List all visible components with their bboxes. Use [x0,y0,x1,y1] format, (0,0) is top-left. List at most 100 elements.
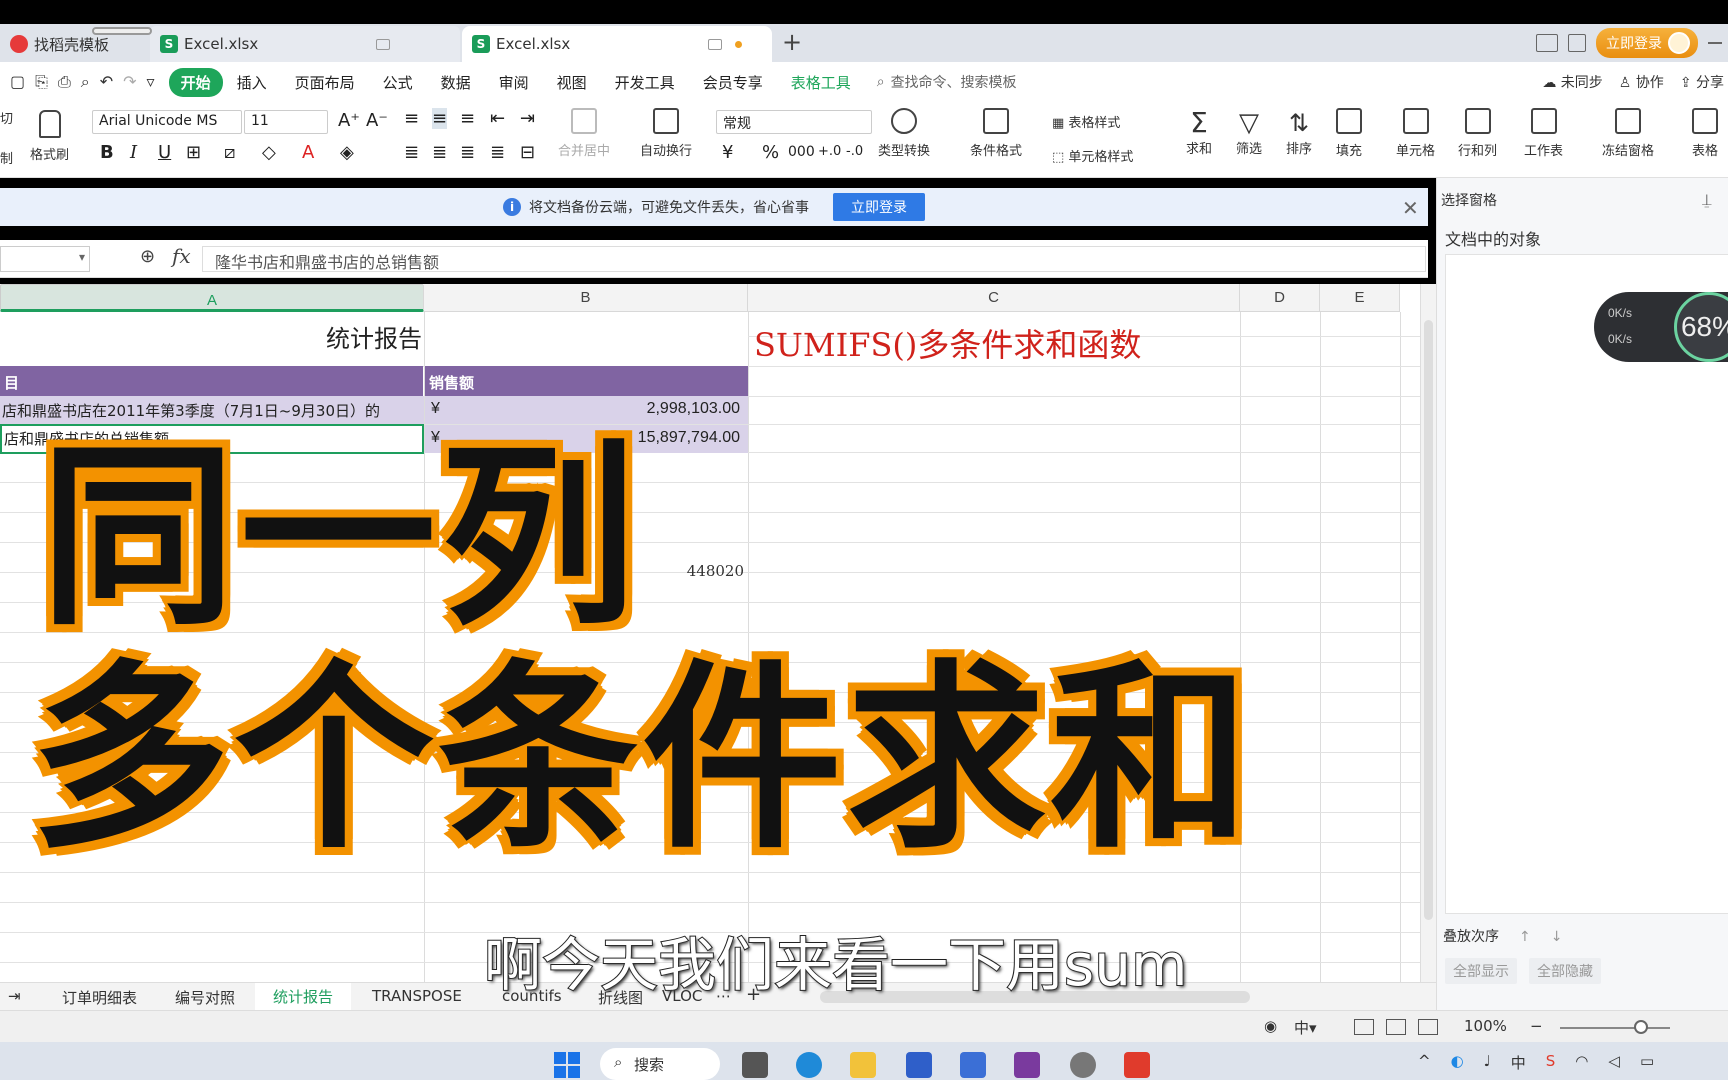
borders-icon[interactable]: ⊞ [186,142,201,163]
collab-button[interactable]: ♙ 协作 [1619,72,1664,92]
notice-login-button[interactable]: 立即登录 [833,193,925,221]
underline-button[interactable]: U [158,142,171,163]
sheet-tab-codes[interactable]: 编号对照 [175,987,235,1008]
close-icon[interactable]: ✕ [1402,196,1419,220]
arrow-up-icon[interactable]: ↑ [1519,929,1531,945]
sheet-tab-report[interactable]: 统计报告 [255,983,352,1011]
redo-icon[interactable]: ↷ [123,72,136,92]
share-button[interactable]: ⇪ 分享 [1680,72,1724,92]
microphone-icon[interactable]: ♩ [1484,1052,1491,1073]
number-format-select[interactable]: 常规 [716,110,872,134]
decrease-font-icon[interactable]: A⁻ [366,110,388,131]
tab-excel-active[interactable]: S Excel.xlsx [462,26,772,62]
sort-button[interactable]: ⇅ 排序 [1286,108,1312,157]
page-layout-view-icon[interactable] [1386,1019,1406,1035]
last-sheet-icon[interactable]: ⇥ [8,987,21,1005]
column-header-b[interactable]: B [424,284,748,312]
login-button[interactable]: 立即登录 [1596,28,1698,58]
sum-button[interactable]: Σ 求和 [1186,108,1212,158]
name-box[interactable] [0,246,90,272]
menu-vip[interactable]: 会员专享 [689,72,777,93]
taskbar-search[interactable]: ⌕ 搜索 [600,1048,720,1080]
tray-app-icon[interactable]: ◐ [1451,1052,1464,1073]
tab-excel-1[interactable]: S Excel.xlsx [150,26,460,62]
zoom-slider[interactable] [1560,1027,1670,1029]
column-header-a[interactable]: A [0,284,424,312]
cell-style-button[interactable]: ⬚ 单元格样式 [1052,146,1133,165]
file-explorer-icon[interactable] [850,1052,876,1078]
align-bottom-icon[interactable]: ≡ [460,108,475,129]
zoom-level[interactable]: 100% [1464,1017,1507,1035]
currency-button[interactable]: ¥ [722,142,733,163]
normal-view-icon[interactable] [1354,1019,1374,1035]
formula-input[interactable]: 隆华书店和鼎盛书店的总销售额 [202,246,1426,272]
column-header-c[interactable]: C [748,284,1240,312]
sheet-tab-transpose[interactable]: TRANSPOSE [372,987,462,1005]
increase-decimal-icon[interactable]: +.0 [818,144,841,159]
align-left-icon[interactable]: ≣ [404,142,419,163]
wps-icon[interactable] [1124,1052,1150,1078]
font-name-select[interactable]: Arial Unicode MS [92,110,242,134]
app-icon[interactable] [906,1052,932,1078]
distributed-icon[interactable]: ⊟ [520,142,535,163]
windows-start-icon[interactable] [554,1052,580,1078]
decrease-decimal-icon[interactable]: -.0 [846,144,863,159]
conditional-format-button[interactable]: 条件格式 [970,108,1022,159]
font-color-icon[interactable]: A [302,142,314,163]
task-view-icon[interactable] [742,1052,768,1078]
outdent-icon[interactable]: ⇤ [490,108,505,129]
loose-number[interactable]: 448020 [680,562,744,580]
copy-button[interactable]: 制 [0,148,13,167]
tray-wps-icon[interactable]: S [1546,1052,1556,1073]
show-all-button[interactable]: 全部显示 [1445,958,1517,984]
sync-button[interactable]: ☁ 未同步 [1542,72,1602,92]
increase-font-icon[interactable]: A⁺ [338,110,360,131]
menu-view[interactable]: 视图 [543,72,601,93]
wifi-icon[interactable]: ◠ [1575,1052,1588,1073]
menu-developer[interactable]: 开发工具 [601,72,689,93]
undo-icon[interactable]: ↶ [100,72,113,92]
align-middle-icon[interactable]: ≡ [432,108,448,129]
window-icon[interactable] [376,38,390,50]
zoom-slider-handle[interactable] [1634,1020,1648,1034]
row1-sales[interactable]: ¥ 2,998,103.00 [425,396,748,424]
input-method-icon[interactable]: 中▾ [1294,1017,1317,1038]
edge-browser-icon[interactable] [796,1052,822,1078]
table-button[interactable]: 表格 [1692,108,1718,159]
menu-insert[interactable]: 插入 [223,72,281,93]
column-header-e[interactable]: E [1320,284,1400,312]
indent-icon[interactable]: ⇥ [520,108,535,129]
clear-format-icon[interactable]: ◈ [340,142,354,163]
merge-center-button[interactable]: 合并居中 [558,108,610,159]
wrap-text-button[interactable]: 自动换行 [640,108,692,159]
percent-button[interactable]: % [762,142,779,163]
vertical-scrollbar[interactable] [1420,284,1436,982]
cells-button[interactable]: 单元格 [1396,108,1435,159]
save-icon[interactable]: ▢ [10,72,25,92]
pin-icon[interactable]: ⍊ [1702,190,1712,210]
cut-button[interactable]: 切 [0,108,13,127]
customize-icon[interactable]: ▿ [147,72,155,92]
font-size-select[interactable]: 11 [244,110,328,134]
command-search[interactable]: ⌕ 查找命令、搜索模板 [877,72,1017,92]
apps-grid-icon[interactable] [1568,34,1586,52]
freeze-panes-button[interactable]: 冻结窗格 [1602,108,1654,159]
menu-data[interactable]: 数据 [427,72,485,93]
zoom-formula-icon[interactable]: ⊕ [140,246,155,267]
table-style-button[interactable]: ▦ 表格样式 [1052,112,1120,131]
type-convert-button[interactable]: 类型转换 [878,108,930,159]
menu-review[interactable]: 审阅 [485,72,543,93]
filter-button[interactable]: ▽ 筛选 [1236,108,1262,157]
cell-style-icon[interactable]: ⧄ [224,142,235,163]
fill-color-icon[interactable]: ◇ [262,142,276,163]
print-preview-icon[interactable]: ⌕ [81,72,90,92]
fill-button[interactable]: 填充 [1336,108,1362,159]
menu-page-layout[interactable]: 页面布局 [281,72,369,93]
justify-icon[interactable]: ≣ [490,142,505,163]
fx-icon[interactable]: fx [172,244,191,268]
menu-home[interactable]: 开始 [168,67,223,97]
hide-all-button[interactable]: 全部隐藏 [1529,958,1601,984]
export-icon[interactable]: ⎘ [35,72,48,92]
thousands-icon[interactable]: 000 [788,144,815,160]
menu-formulas[interactable]: 公式 [369,72,427,93]
